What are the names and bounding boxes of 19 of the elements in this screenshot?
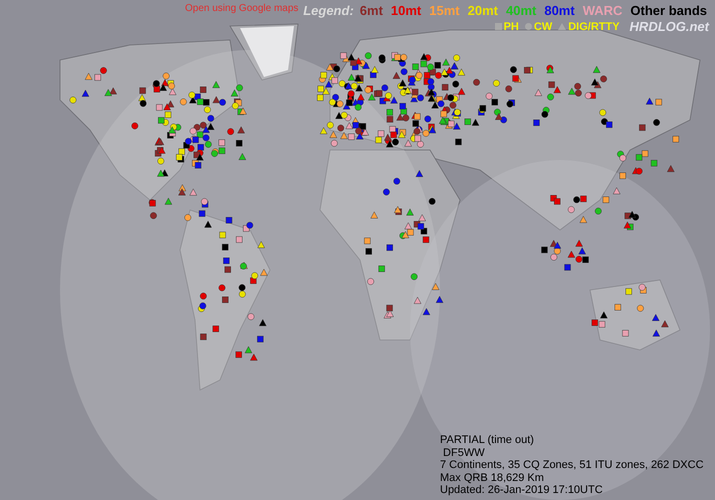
info-line: DF5WW (442, 446, 486, 459)
google-maps-link[interactable]: Open using Google maps (185, 3, 298, 14)
band-label: 10mt (390, 3, 422, 18)
band-label: 20mt (468, 3, 498, 18)
band-label: 15mt (429, 3, 460, 18)
band-label: WARC (582, 3, 622, 18)
band-label: 80mt (544, 3, 575, 18)
band-label: Other bands (630, 3, 707, 18)
mode-label: PH (504, 20, 519, 32)
legend-title: Legend: (303, 3, 354, 18)
info-line: Updated: 26-Jan-2019 17:10UTC (440, 484, 604, 496)
mode-label: DIG/RTTY (568, 20, 620, 32)
info-line: Max QRB 18,629 Km (440, 472, 545, 484)
mode-label: CW (534, 20, 552, 32)
info-line: 7 Continents, 35 CQ Zones, 51 ITU zones, 262 DXCC (440, 459, 704, 472)
info-line: PARTIAL (time out) (440, 434, 535, 446)
band-label: 40mt (506, 3, 536, 18)
site-logo: HRDLOG.net (630, 19, 709, 34)
band-label: 6mt (360, 3, 383, 18)
